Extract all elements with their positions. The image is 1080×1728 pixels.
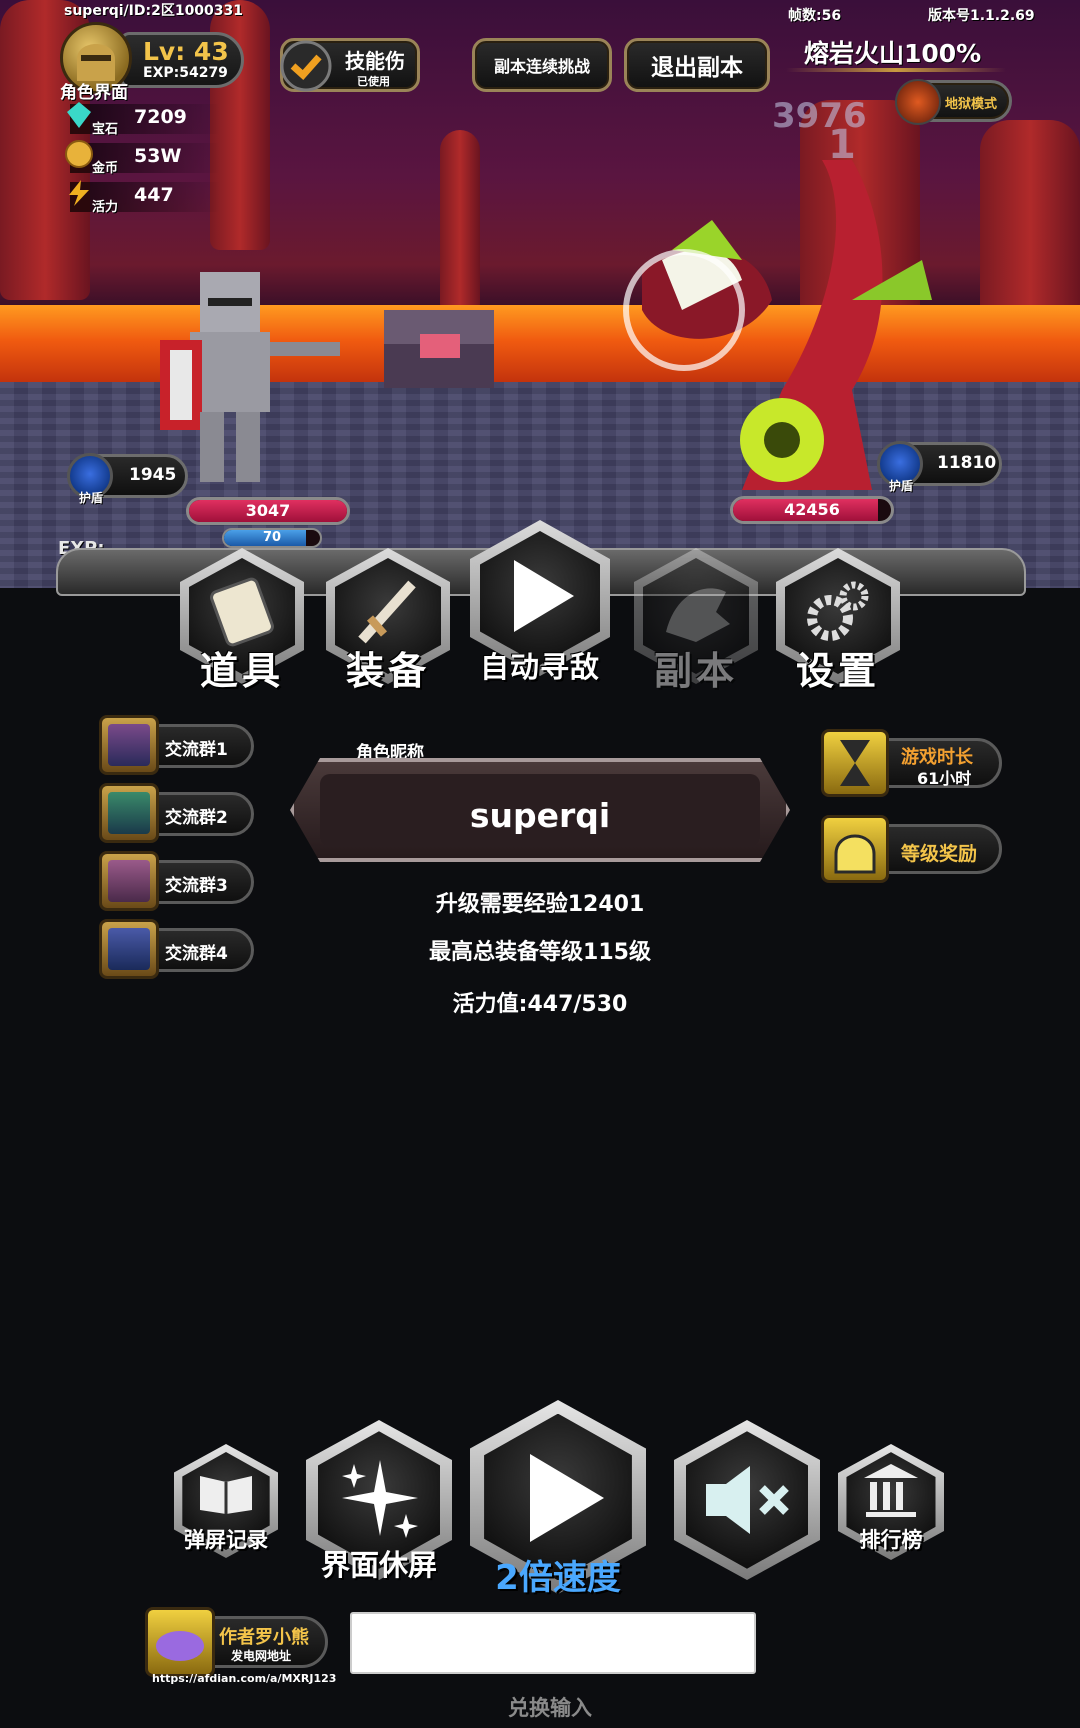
lava-spike: [440, 130, 480, 310]
gold-row: 金币 53W: [65, 140, 220, 176]
battle-scene: superqi/ID:2区1000331 帧数:56 版本号1.1.2.69 L…: [0, 0, 1080, 588]
author-subtitle: 发电网地址: [231, 1649, 292, 1663]
author-support-button[interactable]: 作者罗小熊 发电网地址: [145, 1607, 328, 1677]
ranking-label: 排行榜: [859, 1528, 923, 1552]
energy-label: 活力: [92, 200, 119, 215]
screen-rest-button[interactable]: 界面休屏: [306, 1420, 452, 1582]
skill-damage-toggle[interactable]: 技能伤 已使用: [280, 38, 420, 92]
scroll-icon: [210, 577, 274, 647]
hell-mode-label: 地狱模式: [945, 97, 998, 112]
energy-row: 活力 447: [69, 180, 220, 215]
sword-icon: [358, 580, 416, 644]
hell-mode-button[interactable]: 地狱模式: [895, 79, 1012, 125]
hourglass-icon: [821, 729, 889, 797]
playtime-value: 61小时: [917, 769, 972, 788]
book-icon: [200, 1476, 252, 1514]
player-shield-value: 1945: [129, 465, 177, 485]
nickname-value: superqi: [469, 796, 611, 835]
energy-value: 447: [134, 184, 174, 206]
nav-auto-search-label: 自动寻敌: [479, 650, 600, 684]
lightning-icon: [69, 180, 89, 206]
nav-dungeon-label: 副本: [653, 649, 738, 693]
play-icon: [514, 560, 574, 632]
nav-equipment-button[interactable]: 装备: [326, 548, 450, 693]
player-mana-bar: 70: [222, 528, 322, 548]
knight-portrait-icon: [99, 715, 159, 775]
nav-items-label: 道具: [199, 649, 284, 693]
play-icon: [530, 1454, 604, 1542]
author-name: 作者罗小熊: [219, 1627, 309, 1648]
demon-icon: [895, 79, 941, 125]
nav-auto-search-button[interactable]: 自动寻敌: [470, 520, 610, 684]
skill-damage-status: 已使用: [357, 75, 390, 88]
gems-value: 7209: [134, 106, 187, 128]
exp-value: EXP:54279: [143, 65, 228, 81]
exp-needed-text: 升级需要经验12401: [435, 892, 645, 917]
enemy-hp-value: 42456: [784, 500, 840, 519]
version-label: 版本号1.1.2.69: [928, 8, 1035, 24]
nav-settings-label: 设置: [795, 649, 880, 693]
sound-off-icon: [706, 1466, 789, 1534]
redeem-button[interactable]: 兑换输入: [0, 1692, 1080, 1722]
nav-settings-button[interactable]: 设置: [776, 548, 900, 693]
player-hp-bar: 3047: [186, 497, 350, 525]
whale-icon-graphic: [156, 1631, 204, 1661]
dungeon-continue-button[interactable]: 副本连续挑战: [472, 38, 612, 92]
checkmark-icon: [280, 40, 332, 92]
title-underline: [786, 68, 1006, 72]
floating-damage-small: 1: [828, 122, 856, 168]
knight-sprite: [160, 272, 340, 482]
group-chat-1-label: 交流群1: [165, 740, 228, 760]
coin-icon: [65, 140, 93, 168]
speed-label: 2倍速度: [495, 1558, 621, 1598]
gems-label: 宝石: [92, 122, 119, 137]
danmaku-log-button[interactable]: 弹屏记录: [174, 1444, 278, 1558]
player-id: superqi/ID:2区1000331: [64, 3, 244, 19]
enemy-shield-value: 11810: [937, 453, 997, 473]
level-reward-label: 等级奖励: [901, 843, 978, 865]
speed-toggle-button[interactable]: 2倍速度: [470, 1400, 646, 1598]
level-value: Lv: 43: [143, 37, 229, 66]
gold-value: 53W: [134, 145, 182, 167]
hourglass-icon-graphic: [840, 740, 870, 786]
treasure-chest: [384, 310, 494, 388]
player-hp-value: 3047: [245, 501, 291, 520]
level-panel: Lv: 43 EXP:54279: [120, 32, 244, 88]
nav-equipment-label: 装备: [345, 649, 430, 693]
mute-button[interactable]: [674, 1420, 820, 1580]
gold-label: 金币: [92, 161, 119, 176]
ranking-button[interactable]: 排行榜: [838, 1444, 944, 1560]
group-chat-1-button[interactable]: 交流群1: [99, 715, 254, 775]
playtime-panel[interactable]: 游戏时长 61小时: [821, 729, 1002, 797]
enemy-hp-bar: 42456: [730, 496, 894, 524]
gear-icon: [807, 581, 869, 641]
gems-row: 宝石 7209: [67, 102, 220, 137]
nav-dungeon-button[interactable]: 副本: [634, 548, 758, 693]
skill-damage-label: 技能伤: [345, 49, 405, 73]
pillars-icon: [864, 1464, 918, 1517]
whale-icon: [145, 1607, 215, 1677]
portrait-inner: [108, 724, 150, 766]
energy-value-text: 活力值:447/530: [452, 992, 628, 1017]
nav-items-button[interactable]: 道具: [180, 548, 304, 693]
gem-icon: [67, 102, 91, 128]
game-root: superqi/ID:2区1000331 帧数:56 版本号1.1.2.69 L…: [0, 0, 1080, 1728]
sparkles-icon: [342, 1460, 418, 1538]
lava-pillar-right: [980, 120, 1080, 320]
exit-dungeon-button[interactable]: 退出副本: [624, 38, 770, 92]
player-shield: 1945 护盾: [67, 453, 188, 505]
player-shield-label: 护盾: [79, 491, 104, 505]
dungeon-title: 熔岩火山100%: [804, 39, 982, 68]
enemy-shield-label: 护盾: [889, 479, 914, 493]
enemy-shield: 11810 护盾: [877, 441, 1002, 493]
player-mana-value: 70: [262, 530, 282, 545]
redeem-code-input[interactable]: [350, 1612, 756, 1674]
max-gear-level-text: 最高总装备等级115级: [429, 940, 651, 965]
author-url[interactable]: https://afdian.com/a/MXRJ123: [152, 1672, 336, 1685]
frame-rate: 帧数:56: [788, 8, 842, 24]
